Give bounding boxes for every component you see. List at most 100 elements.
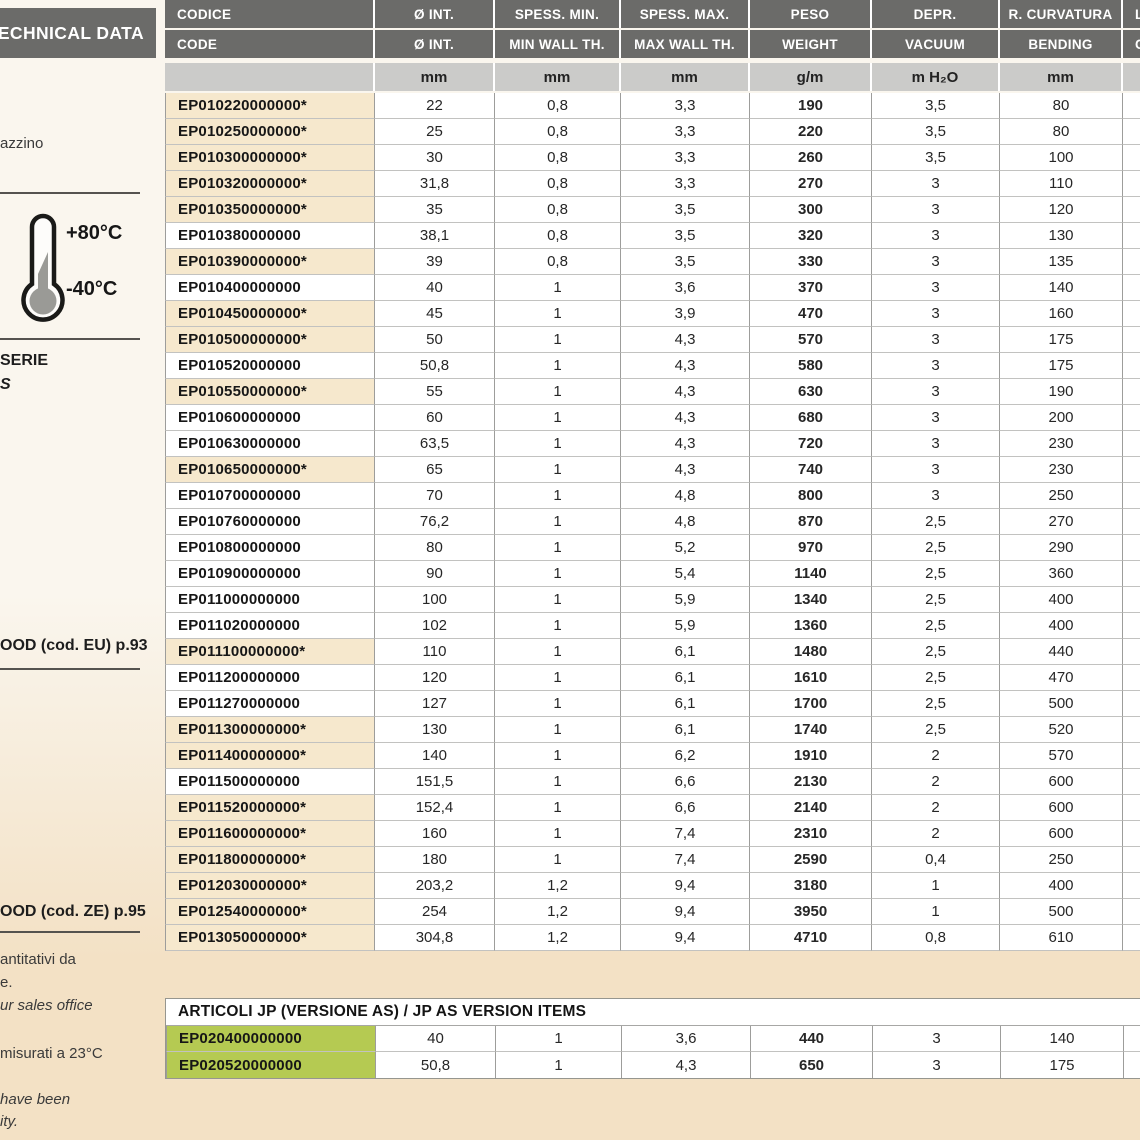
value-cell: 1340: [750, 587, 872, 613]
code-cell: EP010320000000*: [165, 171, 375, 197]
value-cell: 630: [750, 379, 872, 405]
code-cell: EP020400000000: [166, 1026, 376, 1052]
code-cell: EP010800000000: [165, 535, 375, 561]
value-cell: 2,5: [872, 587, 1000, 613]
table-row: EP0104000000004013,63703140: [165, 275, 1140, 301]
value-cell: 1700: [750, 691, 872, 717]
value-cell: [1123, 743, 1140, 769]
value-cell: 680: [750, 405, 872, 431]
value-cell: 720: [750, 431, 872, 457]
code-cell: EP010600000000: [165, 405, 375, 431]
value-cell: 2130: [750, 769, 872, 795]
code-cell: EP011400000000*: [165, 743, 375, 769]
code-cell: EP010400000000: [165, 275, 375, 301]
value-cell: 520: [1000, 717, 1123, 743]
value-cell: [1123, 301, 1140, 327]
table-row: EP01127000000012716,117002,5500: [165, 691, 1140, 717]
value-cell: 3,3: [621, 171, 750, 197]
value-cell: 330: [750, 249, 872, 275]
value-cell: 360: [1000, 561, 1123, 587]
table-row: EP01100000000010015,913402,5400: [165, 587, 1140, 613]
value-cell: 0,4: [872, 847, 1000, 873]
value-cell: [1123, 327, 1140, 353]
table-row: EP0106000000006014,36803200: [165, 405, 1140, 431]
value-cell: 3,5: [621, 249, 750, 275]
value-cell: 1: [495, 717, 621, 743]
code-cell: EP010300000000*: [165, 145, 375, 171]
column-header-cell: WEIGHT: [750, 30, 872, 58]
value-cell: 320: [750, 223, 872, 249]
value-cell: [1123, 717, 1140, 743]
table-row: EP011500000000151,516,621302600: [165, 769, 1140, 795]
code-cell: EP013050000000*: [165, 925, 375, 951]
code-cell: EP010650000000*: [165, 457, 375, 483]
value-cell: 5,9: [621, 613, 750, 639]
table-row: EP011600000000*16017,423102600: [165, 821, 1140, 847]
value-cell: 102: [375, 613, 495, 639]
value-cell: [1123, 119, 1140, 145]
value-cell: 600: [1000, 769, 1123, 795]
column-header-cell: CODICE: [165, 0, 375, 28]
value-cell: 80: [375, 535, 495, 561]
temp-max-label: +80°C: [66, 222, 122, 245]
table-row: EP010220000000*220,83,31903,580: [165, 93, 1140, 119]
value-cell: 160: [375, 821, 495, 847]
value-cell: 50,8: [375, 353, 495, 379]
table-row: EP011300000000*13016,117402,5520: [165, 717, 1140, 743]
value-cell: 570: [1000, 743, 1123, 769]
value-cell: 120: [375, 665, 495, 691]
value-cell: 9,4: [621, 873, 750, 899]
technical-data-table: CODICEØ INT.SPESS. MIN.SPESS. MAX.PESODE…: [165, 0, 1140, 951]
table-row: EP010500000000*5014,35703175: [165, 327, 1140, 353]
value-cell: 3: [872, 249, 1000, 275]
value-cell: 9,4: [621, 925, 750, 951]
column-header-cell: CO: [1123, 30, 1140, 58]
value-cell: 0,8: [495, 249, 621, 275]
table-row: EP0108000000008015,29702,5290: [165, 535, 1140, 561]
footnote-line: misurati a 23°C: [0, 1045, 103, 1062]
value-cell: 4,3: [621, 405, 750, 431]
code-cell: EP011600000000*: [165, 821, 375, 847]
value-cell: 0,8: [495, 197, 621, 223]
table-row: EP011520000000*152,416,621402600: [165, 795, 1140, 821]
value-cell: 270: [1000, 509, 1123, 535]
value-cell: 2: [872, 795, 1000, 821]
value-cell: 3: [872, 379, 1000, 405]
value-cell: 65: [375, 457, 495, 483]
jp-table-title: ARTICOLI JP (VERSIONE AS) / JP AS VERSIO…: [166, 999, 1140, 1026]
value-cell: 250: [1000, 847, 1123, 873]
value-cell: [1123, 613, 1140, 639]
value-cell: 45: [375, 301, 495, 327]
value-cell: 30: [375, 145, 495, 171]
value-cell: [1123, 197, 1140, 223]
value-cell: 2310: [750, 821, 872, 847]
value-cell: 800: [750, 483, 872, 509]
value-cell: 220: [750, 119, 872, 145]
value-cell: 100: [1000, 145, 1123, 171]
value-cell: 1910: [750, 743, 872, 769]
value-cell: 3,6: [621, 275, 750, 301]
value-cell: 650: [751, 1052, 873, 1078]
value-cell: [1123, 483, 1140, 509]
value-cell: 175: [1001, 1052, 1124, 1078]
value-cell: 2: [872, 821, 1000, 847]
value-cell: 3: [873, 1052, 1001, 1078]
value-cell: 175: [1000, 353, 1123, 379]
value-cell: 1: [495, 665, 621, 691]
value-cell: [1123, 899, 1140, 925]
catalog-page: ECHNICAL DATA azzino +80°C -40°C SERIE S…: [0, 0, 1140, 1140]
table-header-row-english: CODEØ INT.MIN WALL TH.MAX WALL TH.WEIGHT…: [165, 30, 1140, 58]
value-cell: 1: [495, 613, 621, 639]
value-cell: 203,2: [375, 873, 495, 899]
value-cell: [1123, 431, 1140, 457]
value-cell: [1123, 171, 1140, 197]
value-cell: 1: [495, 405, 621, 431]
value-cell: 1: [495, 457, 621, 483]
value-cell: 0,8: [495, 171, 621, 197]
value-cell: [1123, 535, 1140, 561]
footnote-line: ity.: [0, 1113, 18, 1130]
table-row: EP010320000000*31,80,83,32703110: [165, 171, 1140, 197]
value-cell: 600: [1000, 821, 1123, 847]
value-cell: [1123, 847, 1140, 873]
value-cell: 470: [1000, 665, 1123, 691]
